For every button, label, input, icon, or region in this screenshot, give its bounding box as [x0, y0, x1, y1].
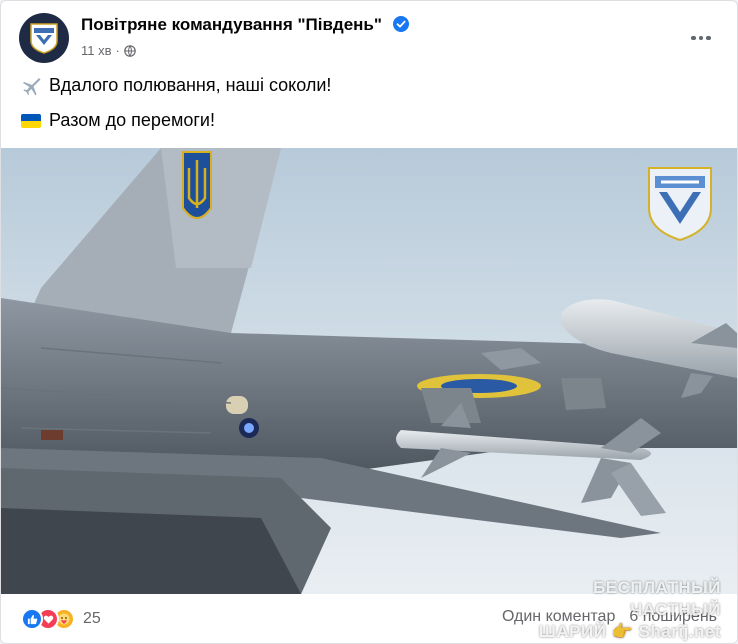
globe-icon[interactable] — [124, 44, 136, 57]
ukraine-flag-icon — [21, 113, 41, 128]
meta-separator: · — [115, 43, 120, 58]
more-options-icon[interactable] — [683, 27, 719, 49]
post-card: Повітряне командування "Південь" 11 хв ·… — [0, 0, 738, 644]
like-reaction-icon — [21, 608, 43, 630]
post-text-1: Вдалого полювання, наші соколи! — [49, 75, 332, 95]
watermark-line-1: БЕСПЛАТНЫЙ ЧАСТНЫЙ — [593, 578, 721, 619]
page-name-text[interactable]: Повітряне командування "Південь" — [81, 15, 382, 34]
page-name[interactable]: Повітряне командування "Південь" — [81, 15, 409, 35]
dot — [706, 35, 711, 41]
avatar[interactable] — [19, 13, 69, 63]
dot — [691, 35, 696, 41]
watermark: БЕСПЛАТНЫЙ ЧАСТНЫЙ ШАРИЙ 👉 Sharij.net — [499, 577, 721, 643]
verified-badge-icon — [392, 16, 409, 32]
post-time[interactable]: 11 хв — [81, 43, 112, 58]
post-header: Повітряне командування "Південь" 11 хв · — [19, 13, 719, 63]
air-command-emblem-icon — [30, 23, 58, 54]
post-text-line-1: Вдалого полювання, наші соколи! — [21, 75, 331, 96]
post-photo[interactable] — [1, 148, 737, 594]
reaction-count[interactable]: 25 — [83, 610, 101, 628]
fighter-jet-image — [1, 148, 737, 594]
post-text-2: Разом до перемоги! — [49, 110, 215, 130]
airplane-emoji-icon — [23, 77, 41, 95]
reaction-summary[interactable]: 25 — [21, 608, 101, 630]
watermark-line-2: ШАРИЙ 👉 Sharij.net — [538, 622, 721, 641]
post-meta: 11 хв · — [81, 43, 136, 58]
dot — [698, 35, 704, 41]
post-text-line-2: Разом до перемоги! — [21, 110, 215, 131]
